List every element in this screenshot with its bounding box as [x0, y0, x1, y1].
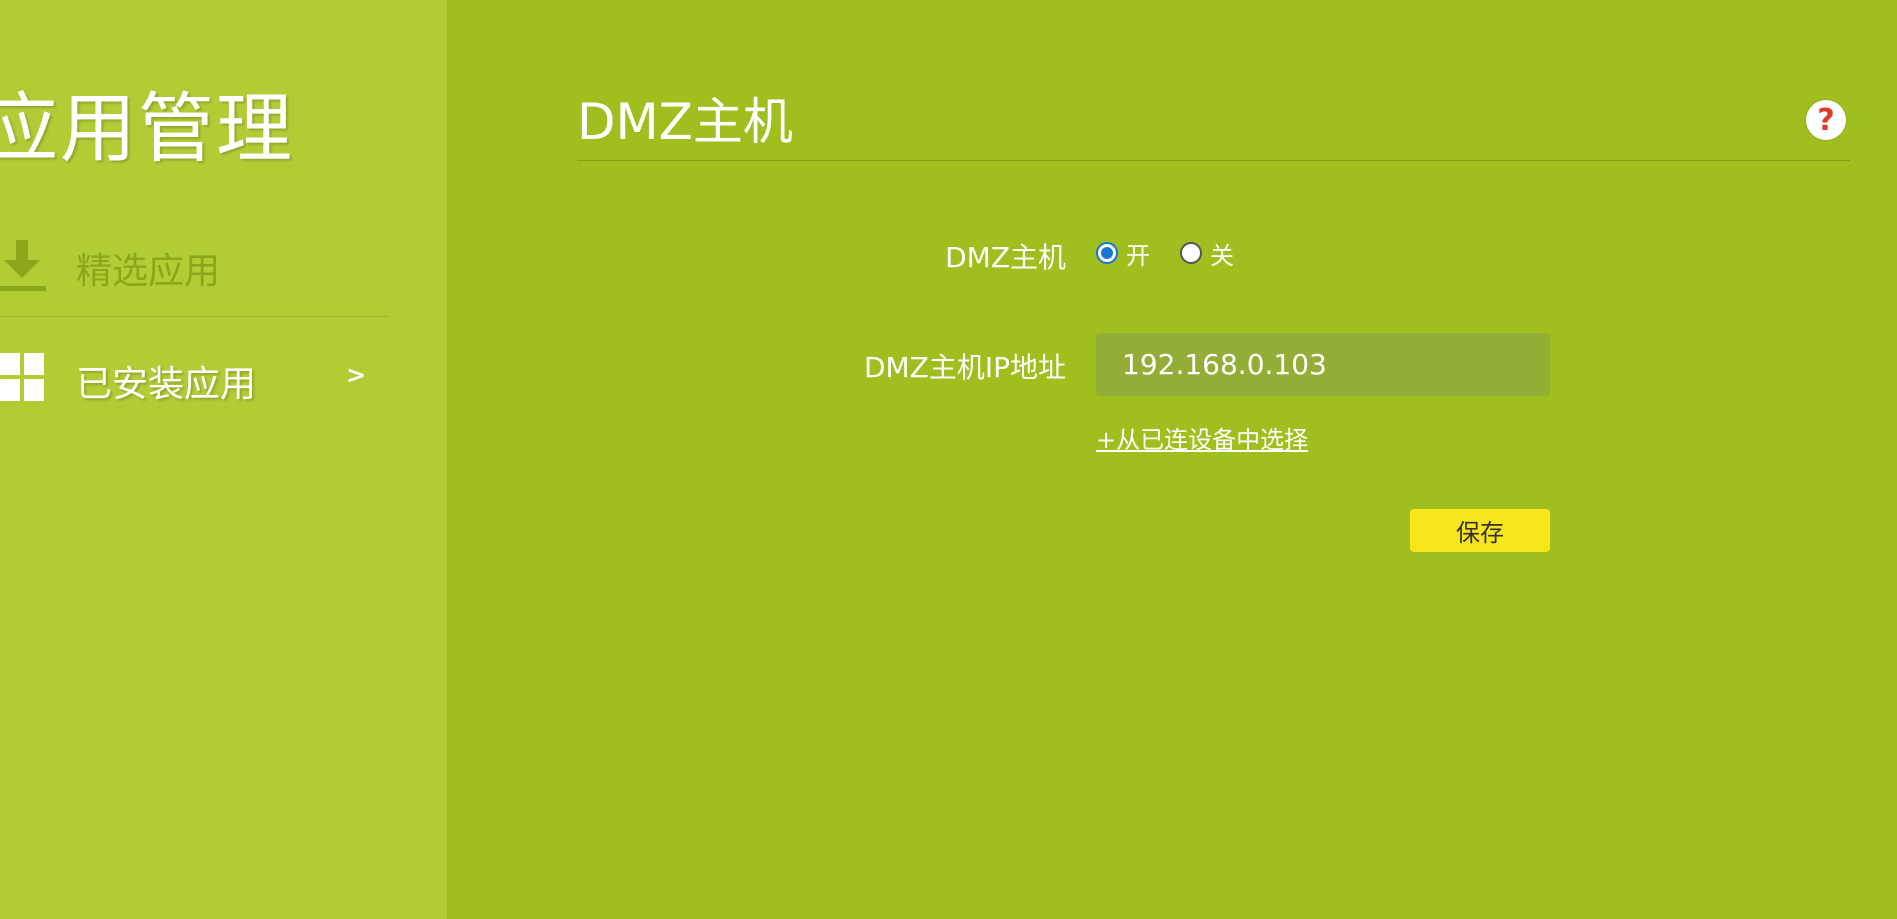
- apps-grid-icon: [0, 353, 46, 405]
- sidebar-item-installed-apps[interactable]: 已安装应用 >: [0, 337, 388, 417]
- dmz-host-label: DMZ主机: [945, 241, 1066, 274]
- page: 应用管理 精选应用 已安装应用 > DMZ主机 ? DMZ主机 开 关 DMZ主…: [0, 0, 1897, 919]
- dmz-ip-input[interactable]: [1096, 333, 1550, 396]
- chevron-right-icon: >: [346, 361, 367, 389]
- sidebar: 应用管理 精选应用 已安装应用 >: [0, 0, 447, 919]
- download-icon: [0, 238, 46, 291]
- dmz-toggle-group: 开 关: [1096, 236, 1264, 271]
- sidebar-item-label: 已安装应用: [76, 364, 257, 405]
- radio-on-circle[interactable]: [1096, 242, 1118, 264]
- page-title: DMZ主机: [577, 93, 793, 151]
- save-button[interactable]: 保存: [1410, 509, 1550, 552]
- radio-on[interactable]: 开: [1096, 236, 1150, 271]
- help-icon[interactable]: ?: [1806, 100, 1846, 140]
- radio-off[interactable]: 关: [1180, 236, 1234, 271]
- select-from-connected-devices-link[interactable]: +从已连设备中选择: [1096, 420, 1308, 455]
- title-divider: [577, 160, 1850, 161]
- radio-off-circle[interactable]: [1180, 242, 1202, 264]
- sidebar-title: 应用管理: [0, 84, 294, 173]
- dmz-ip-label: DMZ主机IP地址: [863, 351, 1066, 384]
- radio-on-label: 开: [1126, 241, 1150, 270]
- radio-off-label: 关: [1210, 241, 1234, 270]
- sidebar-item-featured-apps[interactable]: 精选应用: [0, 222, 388, 317]
- sidebar-item-label: 精选应用: [76, 251, 221, 292]
